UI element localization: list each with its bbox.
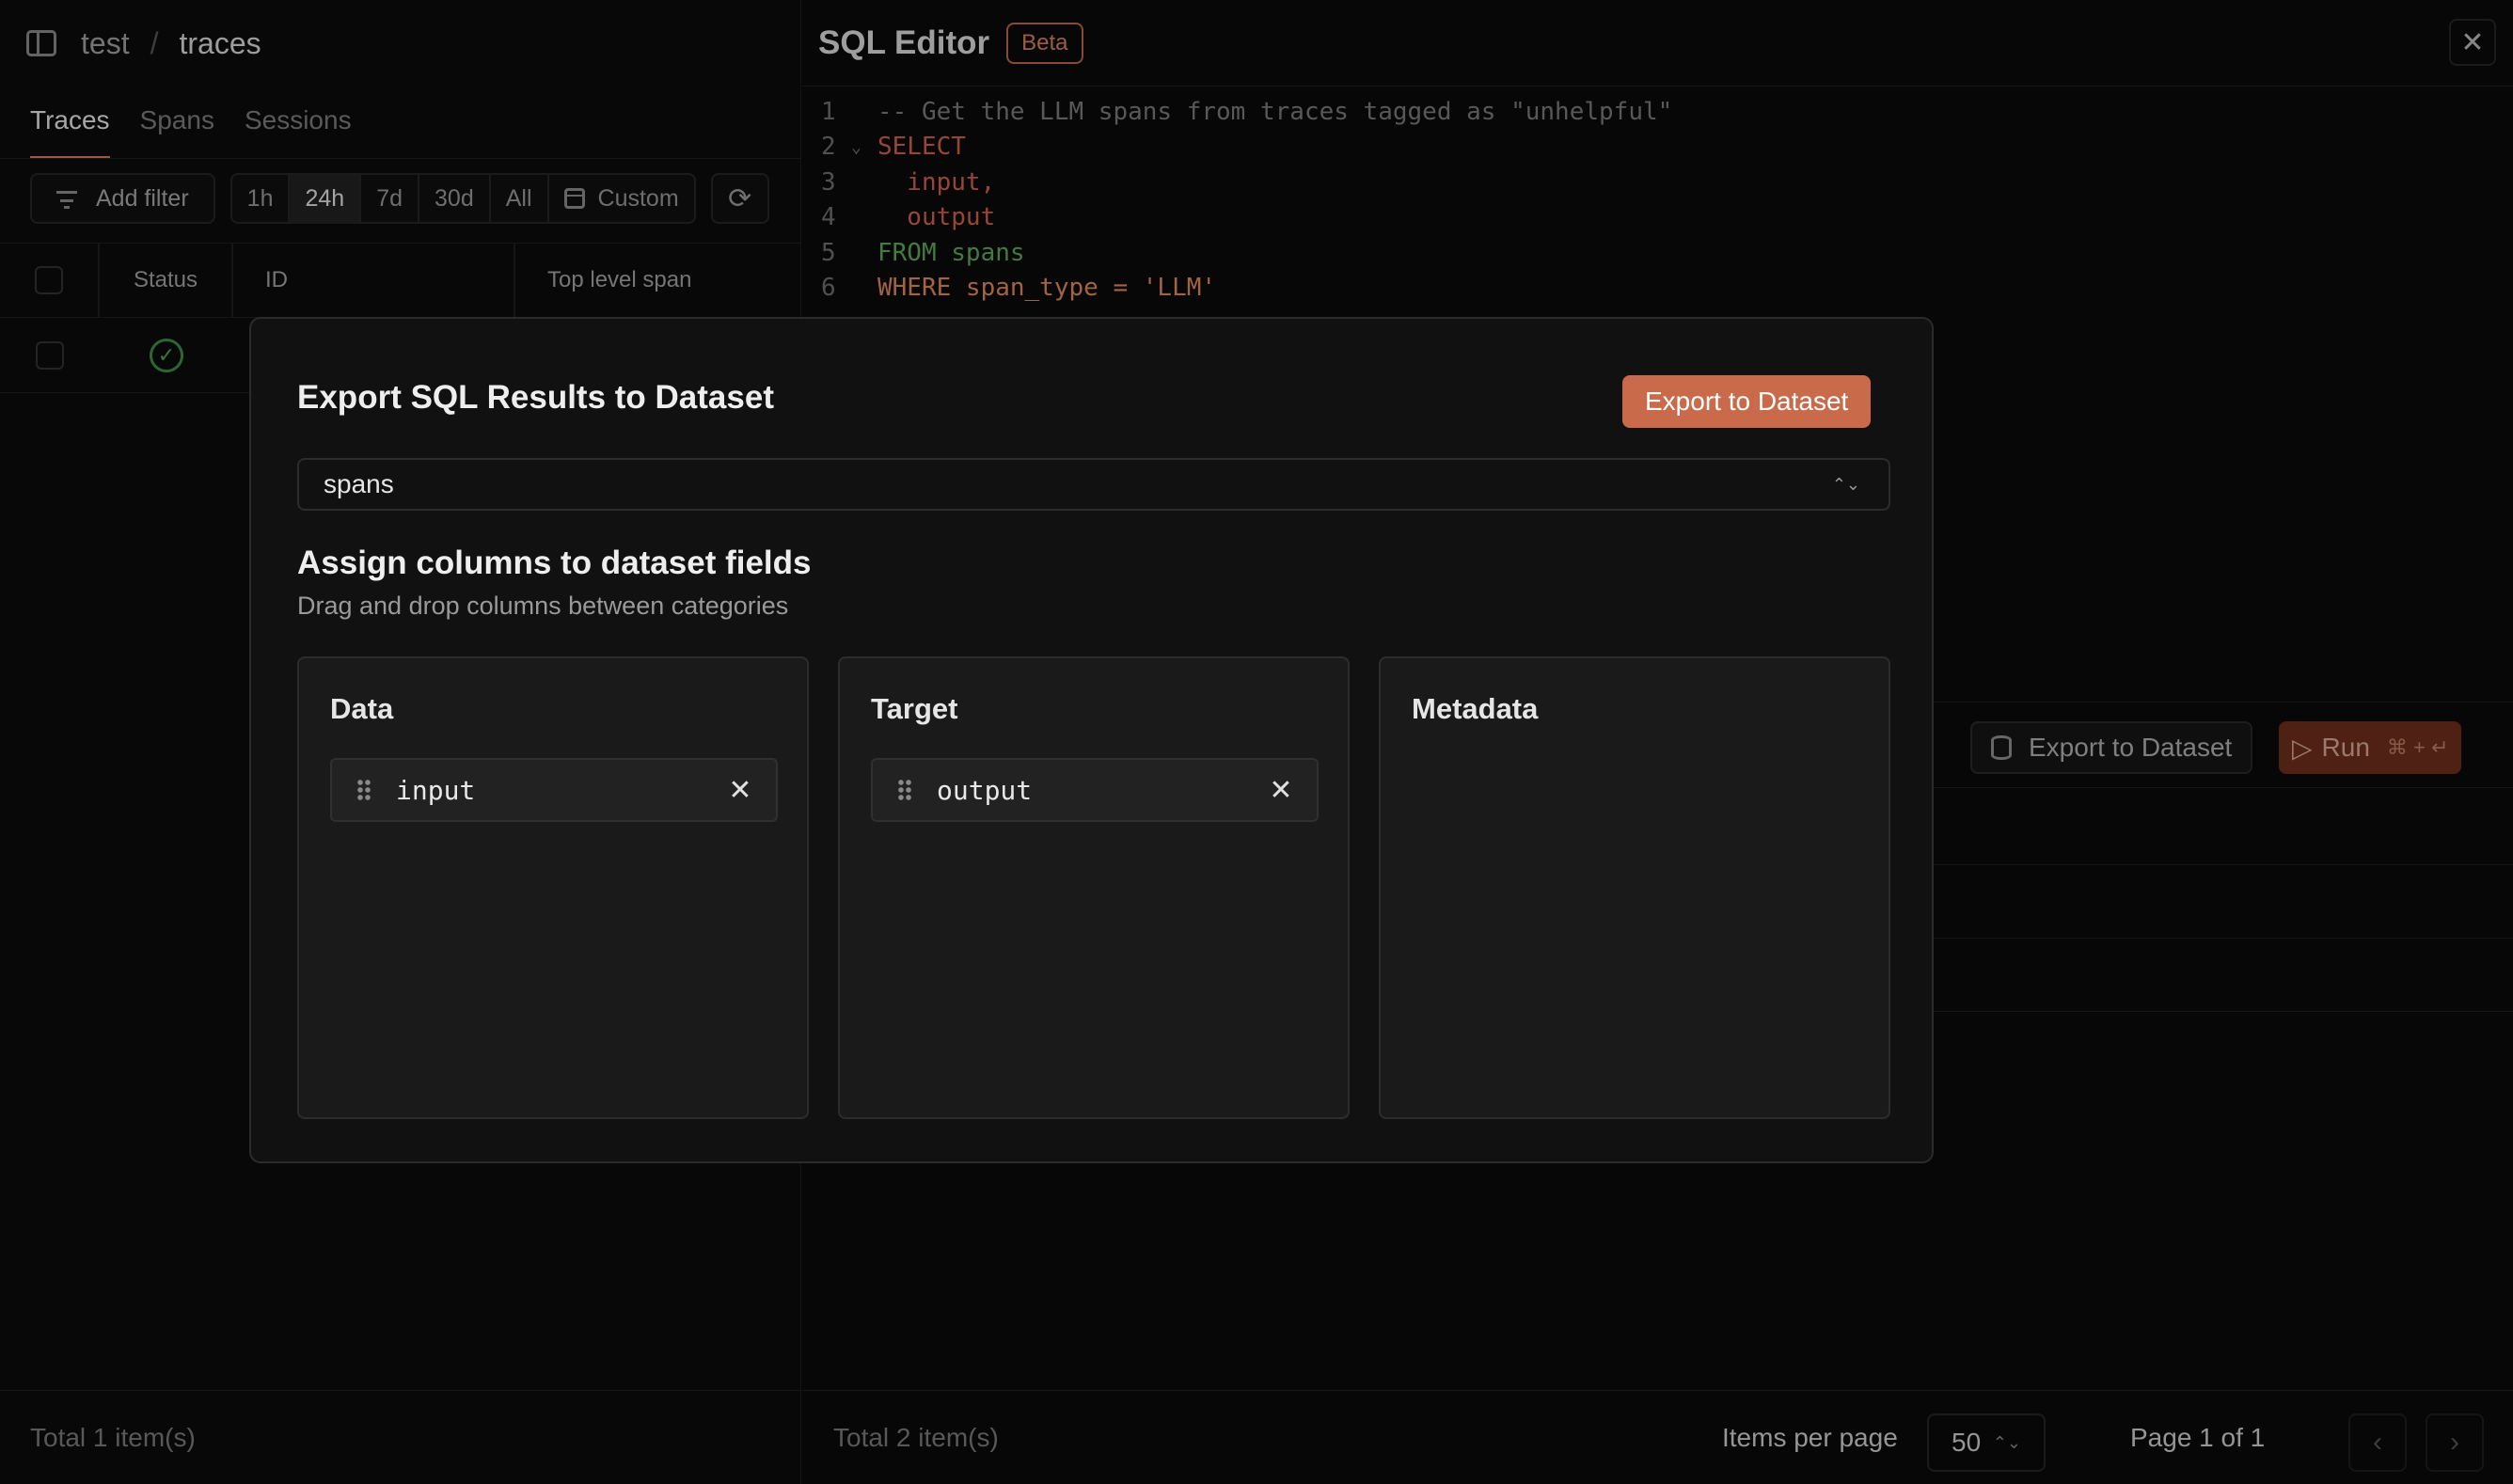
category-data[interactable]: Data input ✕ bbox=[297, 656, 809, 1119]
drag-handle-icon[interactable] bbox=[356, 779, 371, 801]
category-title: Metadata bbox=[1412, 692, 1539, 725]
dialog-title: Export SQL Results to Dataset bbox=[297, 379, 774, 416]
remove-column-button[interactable]: ✕ bbox=[1264, 773, 1298, 807]
section-title: Assign columns to dataset fields bbox=[297, 545, 812, 581]
category-metadata[interactable]: Metadata bbox=[1379, 656, 1890, 1119]
dialog-export-button[interactable]: Export to Dataset bbox=[1622, 375, 1872, 428]
drag-handle-icon[interactable] bbox=[897, 779, 912, 801]
category-target[interactable]: Target output ✕ bbox=[838, 656, 1350, 1119]
category-title: Target bbox=[871, 692, 958, 725]
column-chip[interactable]: output ✕ bbox=[871, 758, 1319, 822]
column-chip-label: output bbox=[937, 774, 1033, 806]
chevron-up-down-icon: ⌃⌄ bbox=[1831, 474, 1860, 494]
section-hint: Drag and drop columns between categories bbox=[297, 592, 789, 620]
remove-column-button[interactable]: ✕ bbox=[723, 773, 757, 807]
category-title: Data bbox=[330, 692, 394, 725]
dataset-select-value: spans bbox=[324, 469, 394, 498]
column-chip[interactable]: input ✕ bbox=[330, 758, 778, 822]
export-dialog: Export SQL Results to Dataset Export to … bbox=[249, 317, 1934, 1163]
column-chip-label: input bbox=[396, 774, 476, 806]
dataset-select[interactable]: spans ⌃⌄ bbox=[297, 458, 1890, 511]
